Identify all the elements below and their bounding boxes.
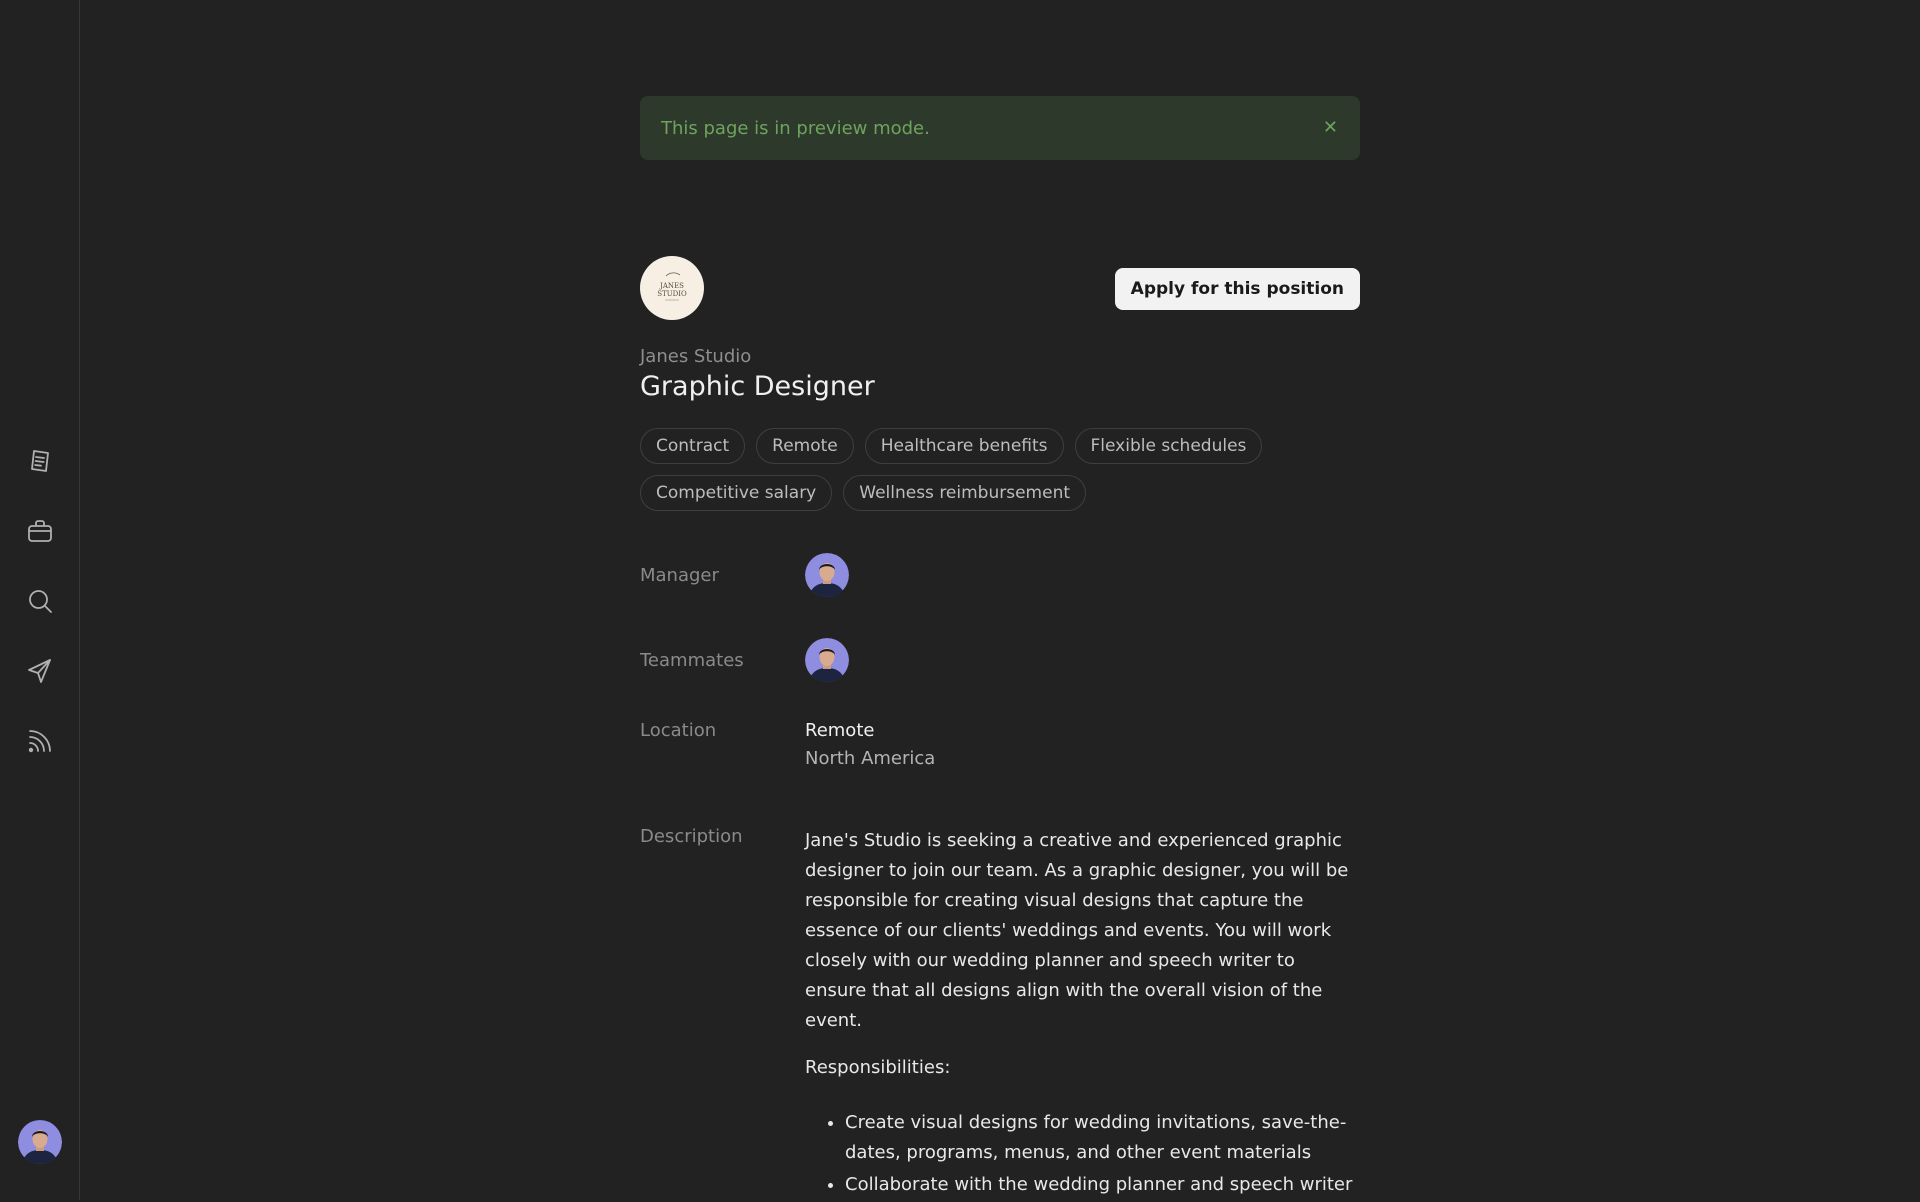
search-icon [29,590,52,613]
location-secondary: North America [805,748,936,769]
sidebar-item-messages[interactable] [0,636,80,706]
teammates-label: Teammates [640,649,744,671]
preview-banner: This page is in preview mode. ✕ [640,96,1360,160]
sidebar-item-documents[interactable] [0,426,80,496]
tag-flexible-schedules: Flexible schedules [1074,428,1263,464]
briefcase-icon [28,520,52,542]
tag-remote: Remote [756,428,854,464]
description-text: Jane's Studio is seeking a creative and … [805,830,1349,1031]
location-row: Location Remote North America [640,720,1360,769]
sidebar-item-feed[interactable] [0,706,80,776]
job-post: This page is in preview mode. ✕ JANES ST… [640,96,1360,1202]
document-icon [31,450,49,472]
user-avatar-image [18,1120,62,1164]
responsibilities-list: Create visual designs for wedding invita… [805,1108,1360,1200]
job-tags: Contract Remote Healthcare benefits Flex… [640,428,1360,511]
list-item: Collaborate with the wedding planner and… [845,1170,1360,1200]
sidebar [0,0,80,1200]
rss-icon [28,730,51,753]
tag-contract: Contract [640,428,746,464]
job-title: Graphic Designer [640,371,875,402]
preview-banner-text: This page is in preview mode. [661,117,930,139]
location-primary: Remote [805,720,875,741]
location-label: Location [640,720,717,741]
description-label: Description [640,826,743,847]
tag-healthcare-benefits: Healthcare benefits [864,428,1064,464]
description-body: Jane's Studio is seeking a creative and … [805,826,1360,1202]
location-value: Remote North America [805,720,935,769]
manager-label: Manager [640,564,719,586]
sidebar-item-jobs[interactable] [0,496,80,566]
manager-avatar-image [805,553,849,597]
company-name: Janes Studio [640,346,752,367]
tag-wellness-reimbursement: Wellness reimbursement [843,475,1087,511]
sidebar-nav [0,426,80,776]
company-logo: JANES STUDIO [640,256,704,320]
sidebar-item-search[interactable] [0,566,80,636]
send-icon [28,659,51,683]
logo-text-line1: JANES [659,282,684,290]
manager-row: Manager [640,553,1360,597]
teammates-row: Teammates [640,638,1360,682]
job-header: JANES STUDIO Apply for this position [640,256,1360,320]
company-logo-mark: JANES STUDIO [657,272,687,301]
logo-text-line2: STUDIO [657,290,687,298]
teammate-avatar[interactable] [805,638,849,682]
close-icon[interactable]: ✕ [1323,119,1338,137]
tag-competitive-salary: Competitive salary [640,475,833,511]
list-item: Create visual designs for wedding invita… [845,1108,1360,1168]
description-row: Description Jane's Studio is seeking a c… [640,826,1360,1202]
manager-avatar[interactable] [805,553,849,597]
apply-button[interactable]: Apply for this position [1114,268,1360,310]
user-avatar[interactable] [18,1120,62,1164]
responsibilities-heading: Responsibilities: [805,1057,951,1078]
teammate-avatar-image [805,638,849,682]
